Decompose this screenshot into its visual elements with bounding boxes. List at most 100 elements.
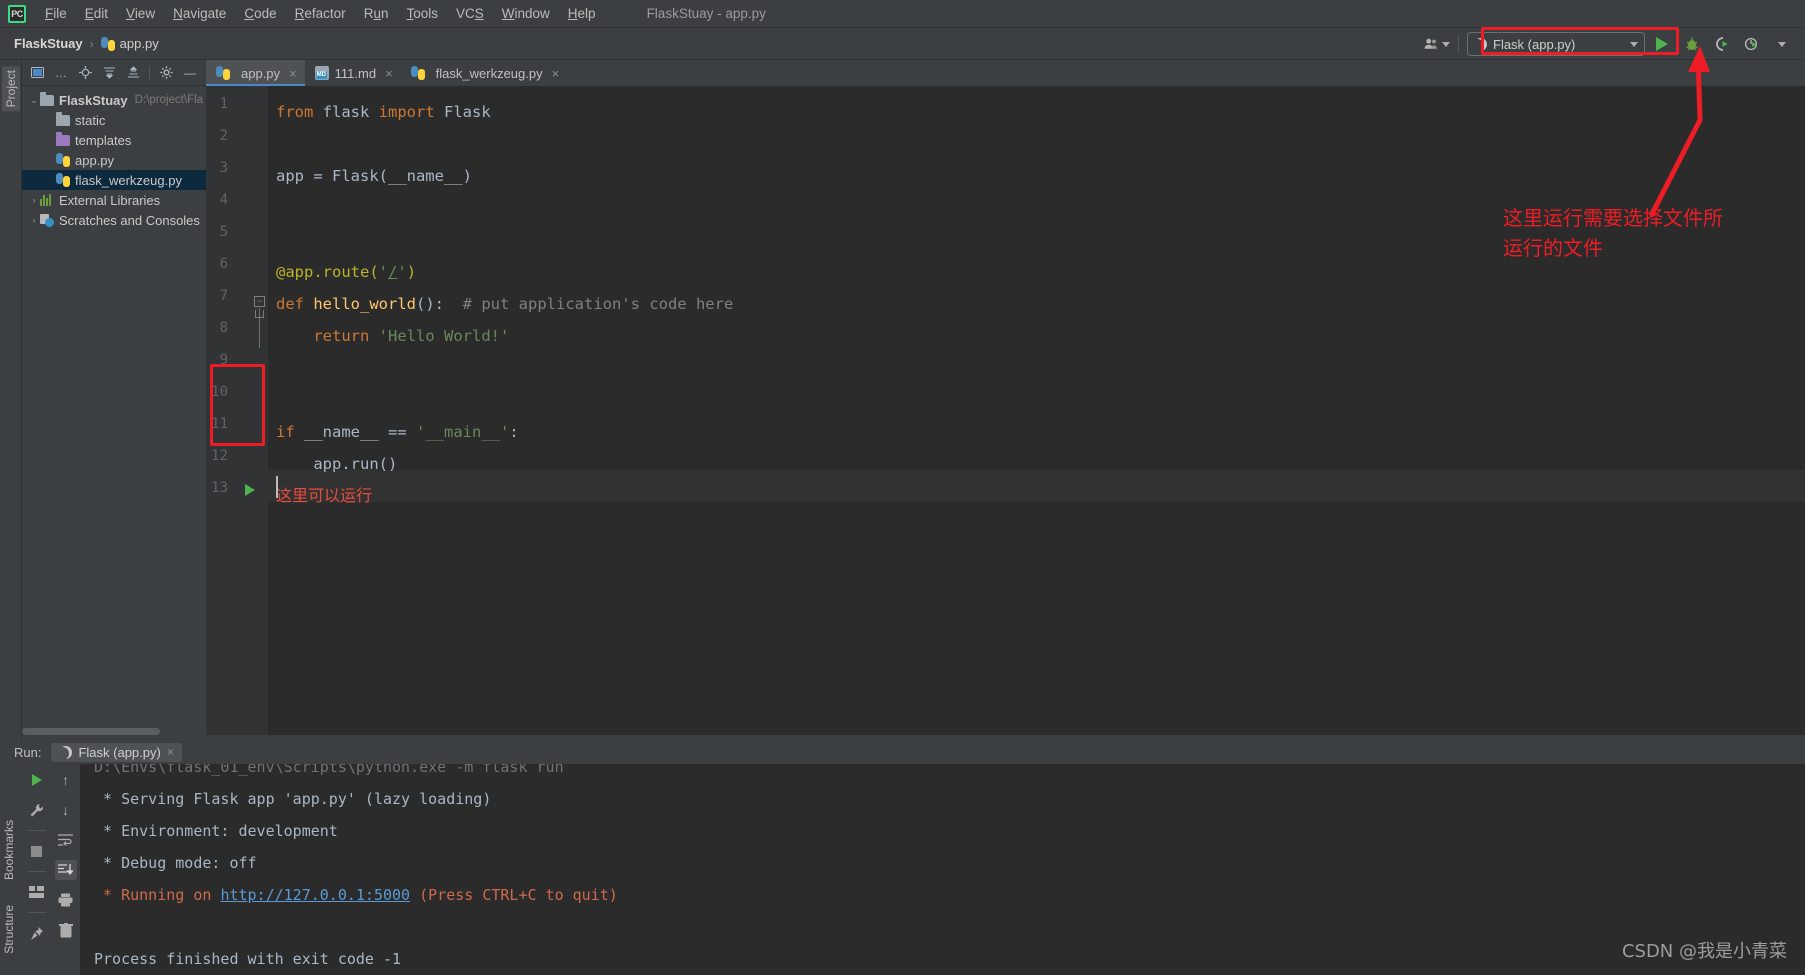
- menu-window[interactable]: Window: [493, 3, 559, 24]
- settings-gear-icon[interactable]: [155, 62, 177, 84]
- menu-bar: PC File Edit View Navigate Code Refactor…: [0, 0, 1805, 28]
- breadcrumb-project[interactable]: FlaskStuay: [14, 36, 83, 51]
- tree-node[interactable]: templates: [22, 130, 206, 150]
- tool-window-project[interactable]: Project: [2, 66, 20, 112]
- tool-window-bookmarks[interactable]: Bookmarks: [2, 820, 16, 880]
- locate-icon[interactable]: [74, 62, 96, 84]
- code-token: 'Hello World!': [378, 327, 510, 345]
- menu-run[interactable]: Run: [355, 3, 398, 24]
- soft-wrap-icon[interactable]: [55, 830, 77, 850]
- collapse-all-icon[interactable]: [122, 62, 144, 84]
- code-token: return: [313, 327, 370, 345]
- code-line: app.run(): [276, 448, 397, 480]
- code-line: return 'Hello World!': [276, 320, 509, 352]
- menu-tools[interactable]: Tools: [397, 3, 447, 24]
- close-icon[interactable]: ×: [167, 745, 174, 759]
- line-number: 13: [211, 480, 228, 496]
- chevron-right-icon[interactable]: ›: [28, 215, 40, 225]
- breadcrumb-file[interactable]: app.py: [100, 36, 159, 51]
- menu-refactor[interactable]: Refactor: [286, 3, 355, 24]
- run-toolbar: Flask (app.py): [1424, 28, 1795, 60]
- console-line: * Debug mode: off: [94, 854, 257, 872]
- editor-tab[interactable]: app.py ×: [206, 60, 305, 86]
- project-scope-icon[interactable]: [26, 62, 48, 84]
- print-icon[interactable]: [55, 890, 77, 910]
- user-avatar-icon[interactable]: [1424, 32, 1450, 56]
- tree-node[interactable]: › External Libraries: [22, 190, 206, 210]
- markdown-file-icon: MD: [314, 66, 329, 80]
- code-token: '__main__': [416, 423, 510, 441]
- console-text: Process finished with exit code -1: [94, 950, 402, 968]
- menu-code[interactable]: Code: [235, 3, 285, 24]
- code-editor[interactable]: 1 2 3 4 5 6 7 8 9 10 11 12 13 − from flask import Fl…: [206, 86, 1805, 735]
- rerun-play-icon[interactable]: [26, 770, 48, 790]
- run-configuration-selector[interactable]: Flask (app.py): [1467, 32, 1645, 56]
- tool-window-structure[interactable]: Structure: [2, 905, 16, 954]
- python-file-icon: [216, 66, 230, 80]
- console-line: * Running on http://127.0.0.1:5000 (Pres…: [94, 886, 618, 904]
- run-line-play-icon[interactable]: [245, 484, 255, 496]
- menu-navigate[interactable]: Navigate: [164, 3, 235, 24]
- tree-node[interactable]: flask_werkzeug.py: [22, 170, 206, 190]
- editor-tab-bar: app.py × MD 111.md × flask_werkzeug.py ×: [206, 60, 1805, 86]
- menu-help[interactable]: Help: [559, 3, 605, 24]
- tree-node[interactable]: app.py: [22, 150, 206, 170]
- more-options-button[interactable]: [1769, 32, 1795, 56]
- project-horizontal-scrollbar[interactable]: [22, 727, 206, 736]
- debug-button[interactable]: [1679, 32, 1705, 56]
- profile-button[interactable]: [1739, 32, 1765, 56]
- line-number: 7: [219, 288, 228, 304]
- stop-icon[interactable]: [26, 841, 48, 861]
- up-arrow-icon[interactable]: ↑: [55, 770, 77, 790]
- editor-tab[interactable]: flask_werkzeug.py ×: [400, 60, 568, 86]
- console-text: * Running on: [94, 886, 221, 904]
- pin-icon[interactable]: [26, 923, 48, 943]
- expand-all-icon[interactable]: [98, 62, 120, 84]
- editor-tab-label: app.py: [241, 65, 281, 81]
- run-with-coverage-button[interactable]: [1709, 32, 1735, 56]
- fold-marker-def[interactable]: −: [254, 296, 265, 307]
- down-arrow-icon[interactable]: ↓: [55, 800, 77, 820]
- close-icon[interactable]: ×: [289, 66, 297, 81]
- console-line: Process finished with exit code -1: [94, 950, 401, 968]
- trash-icon[interactable]: [55, 920, 77, 940]
- console-url-link[interactable]: http://127.0.0.1:5000: [220, 886, 410, 904]
- editor-tab[interactable]: MD 111.md ×: [304, 60, 401, 86]
- chevron-down-icon[interactable]: ⌄: [28, 95, 40, 106]
- scroll-to-end-icon[interactable]: [54, 860, 77, 880]
- ellipsis-icon[interactable]: …: [50, 62, 72, 84]
- code-token: def: [276, 295, 304, 313]
- run-label: Run:: [14, 744, 42, 760]
- breadcrumb-file-label: app.py: [119, 36, 159, 51]
- code-token: /: [388, 263, 398, 281]
- line-number: 6: [219, 256, 228, 272]
- console-line: D:\Envs\flask_01_env\Scripts\python.exe …: [94, 764, 564, 776]
- editor-tab-label: flask_werkzeug.py: [435, 65, 543, 81]
- run-console-output[interactable]: D:\Envs\flask_01_env\Scripts\python.exe …: [80, 764, 1805, 975]
- code-token: ': [397, 263, 407, 281]
- tree-node-label: templates: [75, 132, 132, 148]
- close-icon[interactable]: ×: [385, 66, 393, 81]
- menu-edit[interactable]: Edit: [76, 3, 117, 24]
- menu-vcs[interactable]: VCS: [447, 3, 493, 24]
- run-configuration-label: Flask (app.py): [1493, 36, 1576, 52]
- editor-gutter[interactable]: 1 2 3 4 5 6 7 8 9 10 11 12 13: [206, 86, 268, 735]
- chevron-right-icon[interactable]: ›: [28, 195, 40, 205]
- menu-file[interactable]: File: [36, 3, 76, 24]
- close-icon[interactable]: ×: [552, 66, 560, 81]
- tree-node[interactable]: static: [22, 110, 206, 130]
- menu-view[interactable]: View: [117, 3, 164, 24]
- wrench-settings-icon[interactable]: [26, 800, 48, 820]
- hide-panel-icon[interactable]: —: [179, 62, 201, 84]
- code-token: ): [406, 263, 417, 281]
- line-number: 1: [219, 96, 228, 112]
- run-button[interactable]: [1649, 32, 1675, 56]
- text-caret: [276, 476, 278, 498]
- layout-icon[interactable]: [26, 882, 48, 902]
- run-tab-flask[interactable]: Flask (app.py) ×: [51, 742, 182, 762]
- code-token: Flask: [434, 103, 491, 121]
- tree-node[interactable]: › Scratches and Consoles: [22, 210, 206, 230]
- code-token: 这里可以运行: [276, 486, 373, 505]
- tree-node[interactable]: ⌄ FlaskStuay D:\project\Fla: [22, 90, 206, 110]
